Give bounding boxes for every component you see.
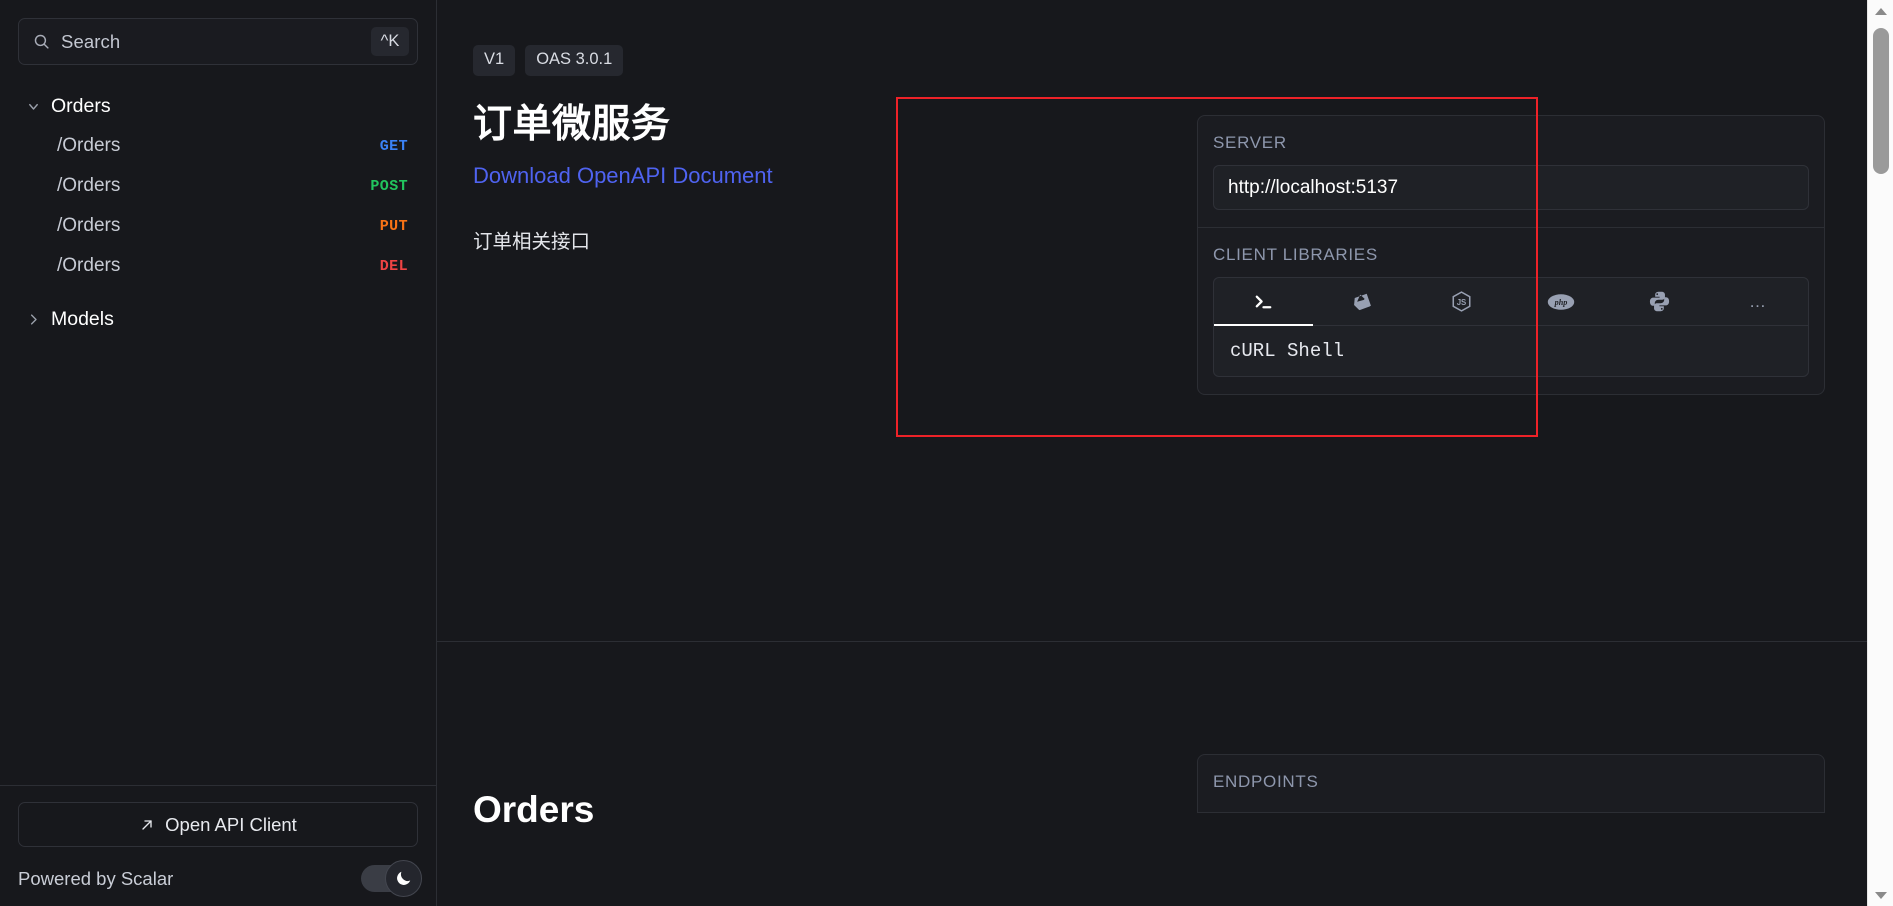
theme-toggle-knob [385, 860, 422, 897]
server-section: SERVER http://localhost:5137 [1198, 116, 1824, 227]
endpoints-label: ENDPOINTS [1213, 772, 1319, 791]
orders-section: Orders ENDPOINTS [437, 641, 1893, 831]
sidebar-header: Search ^K [0, 0, 436, 65]
sidebar-nav: Orders /Orders GET /Orders POST /Orders … [0, 65, 436, 785]
search-placeholder: Search [61, 30, 121, 52]
shell-terminal-icon [1252, 290, 1275, 313]
endpoint-path: /Orders [57, 255, 121, 276]
api-description: 订单相关接口 [473, 230, 591, 253]
client-libraries-box: JS php … cURL Shell [1213, 277, 1809, 377]
search-input[interactable]: Search ^K [18, 18, 418, 65]
python-icon [1648, 290, 1671, 313]
sidebar-footer: Open API Client Powered by Scalar [0, 785, 436, 906]
client-libraries-section: CLIENT LIBRARIES JS php … cURL Shell [1198, 227, 1824, 394]
api-badges: V1 OAS 3.0.1 [473, 0, 1177, 76]
sidebar-footer-row: Powered by Scalar [18, 860, 422, 897]
sidebar-item-orders-get[interactable]: /Orders GET [0, 126, 436, 166]
version-badge: V1 [473, 45, 516, 76]
http-method-badge: GET [379, 137, 408, 155]
app-root: Search ^K Orders /Orders GET /Orders POS… [0, 0, 1893, 906]
ruby-icon-tab[interactable] [1313, 278, 1412, 325]
ruby-icon [1351, 290, 1374, 313]
sidebar-item-orders-put[interactable]: /Orders PUT [0, 206, 436, 246]
sidebar: Search ^K Orders /Orders GET /Orders POS… [0, 0, 437, 906]
http-method-badge: DEL [379, 257, 408, 275]
download-openapi-document-link[interactable]: Download OpenAPI Document [473, 163, 773, 189]
scrollbar-thumb[interactable] [1873, 28, 1889, 174]
arrow-up-right-icon [139, 817, 155, 833]
page-title: 订单微服务 [473, 102, 671, 146]
open-api-client-label: Open API Client [165, 813, 297, 835]
powered-by-label: Powered by Scalar [18, 867, 174, 889]
chevron-right-icon [26, 312, 41, 327]
orders-title-column: Orders [437, 641, 1177, 831]
sidebar-group-label: Orders [51, 95, 111, 117]
endpoint-path: /Orders [57, 175, 121, 196]
sidebar-group-orders[interactable]: Orders [0, 87, 436, 126]
endpoints-card: ENDPOINTS [1197, 754, 1825, 813]
scroll-up-arrow-icon[interactable] [1868, 0, 1893, 22]
client-libraries-label: CLIENT LIBRARIES [1213, 245, 1378, 264]
endpoint-path: /Orders [57, 215, 121, 236]
nodejs-icon: JS [1450, 290, 1473, 313]
http-method-badge: PUT [379, 217, 408, 235]
search-icon [33, 33, 50, 50]
server-url-input[interactable]: http://localhost:5137 [1213, 165, 1809, 210]
python-icon-tab[interactable] [1610, 278, 1709, 325]
sidebar-item-orders-delete[interactable]: /Orders DEL [0, 246, 436, 286]
nodejs-icon-tab[interactable]: JS [1412, 278, 1511, 325]
sidebar-item-orders-post[interactable]: /Orders POST [0, 166, 436, 206]
chevron-down-icon [26, 99, 41, 114]
more-options-icon: … [1749, 292, 1768, 311]
svg-text:JS: JS [1457, 298, 1467, 307]
server-panel-column: SERVER http://localhost:5137 CLIENT LIBR… [1177, 0, 1893, 641]
server-url-value: http://localhost:5137 [1228, 176, 1399, 198]
scroll-down-arrow-icon[interactable] [1868, 884, 1893, 906]
shell-terminal-icon-tab[interactable] [1214, 278, 1313, 326]
main-content: V1 OAS 3.0.1 订单微服务 Download OpenAPI Docu… [437, 0, 1893, 906]
server-label: SERVER [1213, 133, 1287, 152]
http-method-badge: POST [370, 177, 408, 195]
api-intro-section: V1 OAS 3.0.1 订单微服务 Download OpenAPI Docu… [437, 0, 1893, 641]
endpoints-column: ENDPOINTS [1177, 641, 1893, 831]
moon-icon [394, 869, 413, 888]
php-icon: php [1547, 293, 1575, 311]
selected-library-label: cURL Shell [1230, 340, 1345, 362]
theme-toggle[interactable] [361, 860, 422, 897]
server-card: SERVER http://localhost:5137 CLIENT LIBR… [1197, 115, 1825, 395]
sidebar-group-label: Models [51, 308, 114, 330]
sidebar-group-models[interactable]: Models [0, 300, 436, 339]
client-library-tabs: JS php … [1214, 278, 1808, 326]
more-options-icon-tab[interactable]: … [1709, 278, 1808, 325]
orders-heading: Orders [473, 789, 595, 830]
php-icon-tab[interactable]: php [1511, 278, 1610, 325]
endpoint-path: /Orders [57, 135, 121, 156]
page-scrollbar[interactable] [1867, 0, 1893, 906]
api-intro-column: V1 OAS 3.0.1 订单微服务 Download OpenAPI Docu… [437, 0, 1177, 641]
svg-text:php: php [1553, 298, 1567, 307]
oas-version-badge: OAS 3.0.1 [525, 45, 624, 76]
open-api-client-button[interactable]: Open API Client [18, 802, 418, 847]
search-shortcut-badge: ^K [371, 26, 409, 57]
